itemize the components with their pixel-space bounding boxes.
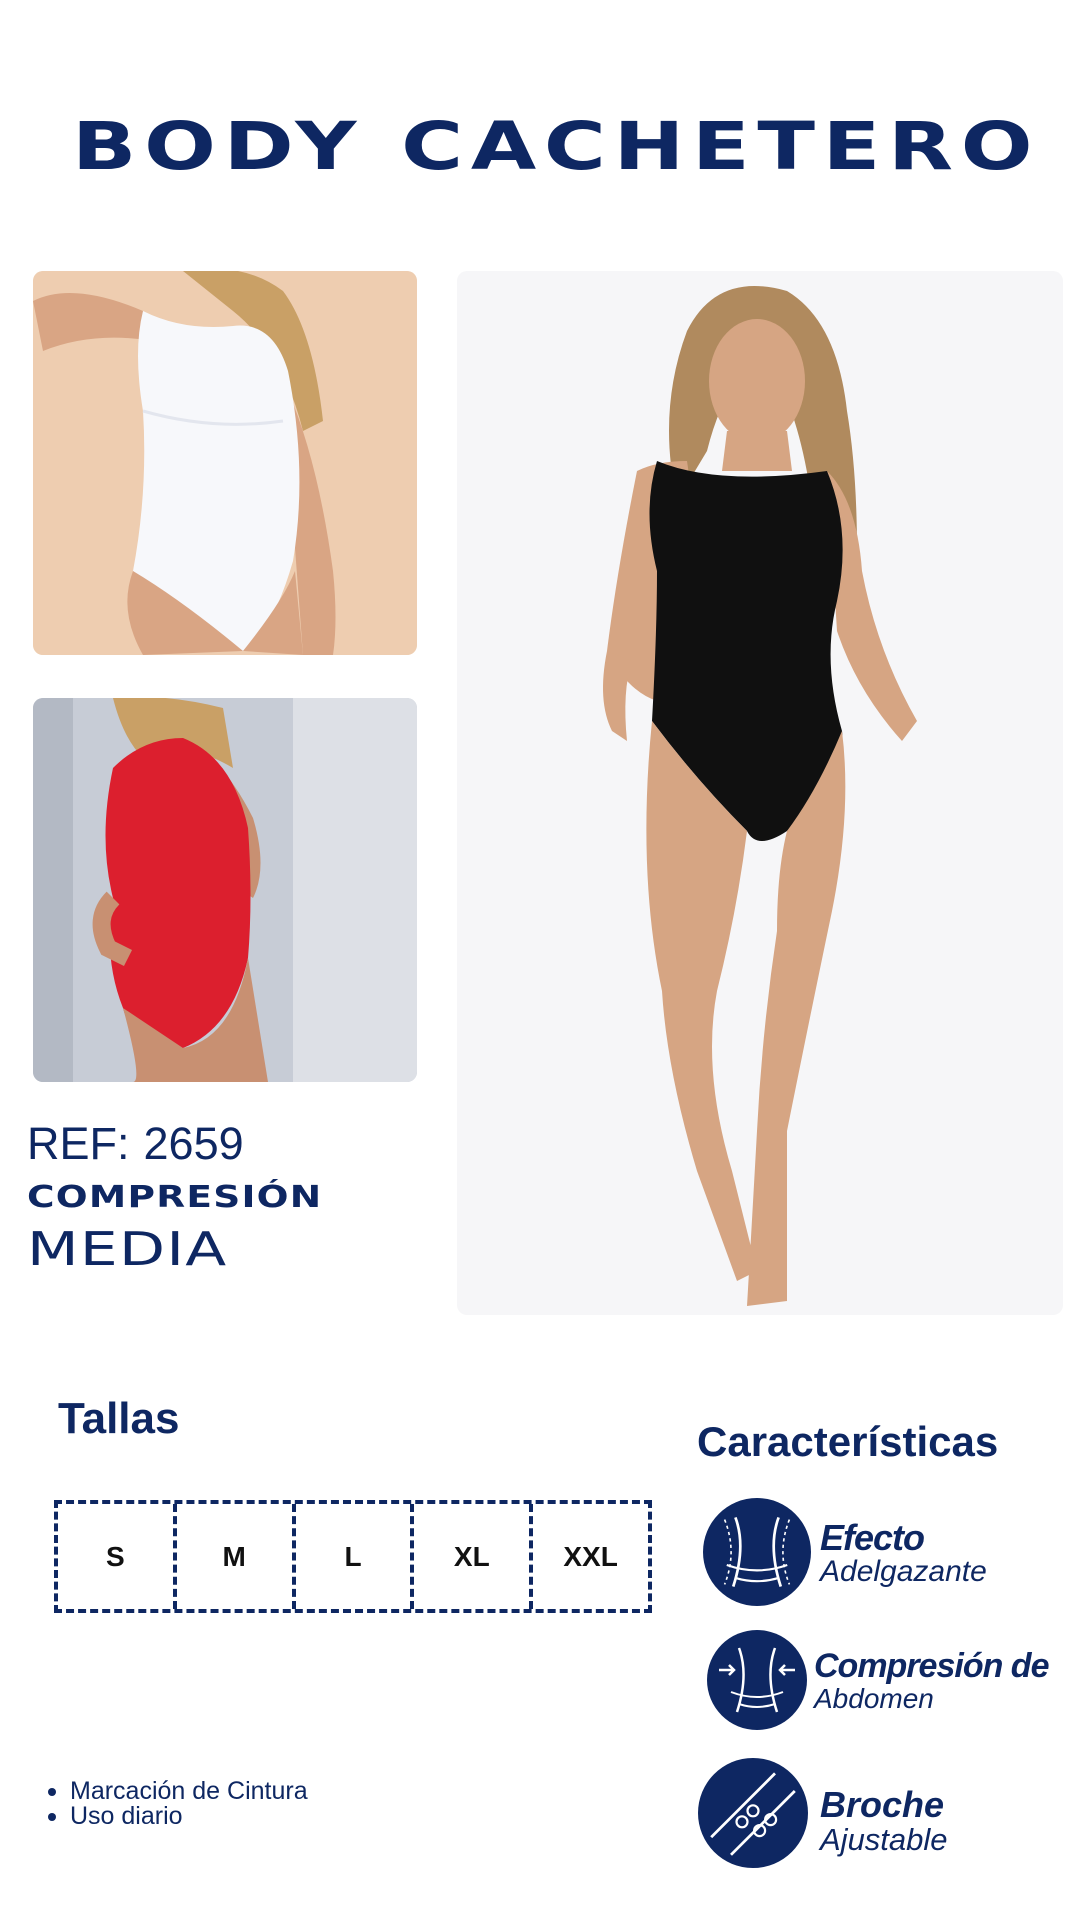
feature-title: Broche bbox=[820, 1784, 945, 1825]
red-bodysuit-photo bbox=[33, 698, 417, 1082]
size-option-xxl[interactable]: XXL bbox=[529, 1504, 648, 1609]
list-item: Uso diario bbox=[48, 1804, 308, 1829]
compression-level: MEDIA bbox=[27, 1222, 228, 1276]
features-title: Características bbox=[697, 1418, 999, 1465]
page-title: BODY CACHETERO bbox=[72, 108, 1041, 185]
waist-slimming-icon bbox=[703, 1498, 811, 1606]
size-option-m[interactable]: M bbox=[172, 1504, 292, 1609]
white-bodysuit-photo bbox=[33, 271, 417, 655]
ref-label: REF: bbox=[27, 1118, 130, 1169]
size-option-l[interactable]: L bbox=[291, 1504, 411, 1609]
compression-label: COMPRESIÓN bbox=[27, 1180, 323, 1215]
size-option-s[interactable]: S bbox=[58, 1504, 173, 1609]
black-bodysuit-photo bbox=[457, 271, 1063, 1315]
feature-title: Efecto bbox=[820, 1517, 925, 1558]
size-option-xl[interactable]: XL bbox=[410, 1504, 529, 1609]
feature-bullet-list: Marcación de Cintura Uso diario bbox=[48, 1779, 308, 1829]
feature-subtitle: Ajustable bbox=[820, 1822, 948, 1857]
feature-subtitle: Abdomen bbox=[814, 1683, 934, 1714]
list-item: Marcación de Cintura bbox=[48, 1779, 308, 1804]
size-grid: S M L XL XXL bbox=[54, 1500, 652, 1613]
adjustable-hook-icon bbox=[698, 1758, 808, 1868]
reference-code: REF: 2659 bbox=[27, 1118, 244, 1170]
feature-subtitle: Adelgazante bbox=[820, 1555, 987, 1588]
sizes-title: Tallas bbox=[58, 1394, 180, 1443]
ref-number: 2659 bbox=[143, 1118, 244, 1169]
abdomen-compression-icon bbox=[707, 1630, 807, 1730]
product-sheet: BODY CACHETERO REF: 2659 COMPRESIÓN MEDI… bbox=[0, 0, 1080, 1920]
feature-title: Compresión de bbox=[814, 1647, 1049, 1685]
